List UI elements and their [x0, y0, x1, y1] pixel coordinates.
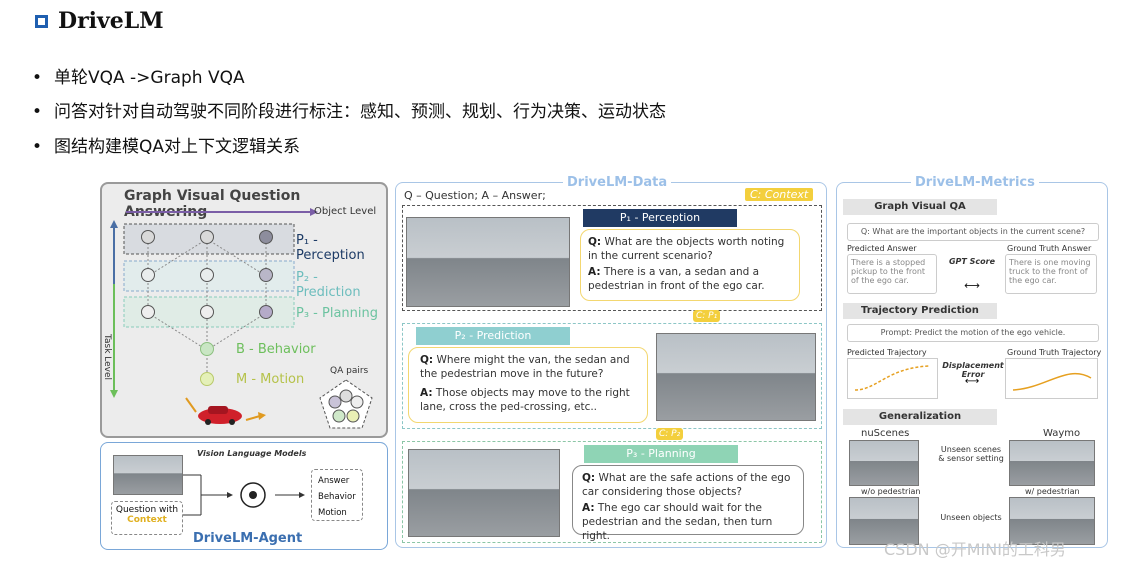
predicted-answer-label: Predicted Answer	[847, 244, 917, 253]
bullet-text: 单轮VQA ->Graph VQA	[54, 68, 245, 88]
title-square-icon	[35, 15, 48, 28]
output-answer: Answer	[318, 476, 350, 486]
graph-node	[200, 268, 214, 282]
agent-output-box: Answer Behavior Motion	[311, 469, 363, 521]
planning-bar: P₃ - Planning	[584, 445, 738, 463]
context-tag-p1: C: P₁	[693, 310, 721, 322]
agent-title: DriveLM-Agent	[193, 531, 303, 546]
bullet-item-1: • 单轮VQA ->Graph VQA	[32, 68, 245, 88]
metrics-title: DriveLM-Metrics	[911, 175, 1039, 190]
graph-node	[259, 268, 273, 282]
nuscenes-label: nuScenes	[861, 428, 910, 439]
context-tag: C: Context	[745, 188, 814, 201]
gvqa-bar: Graph Visual QA	[843, 199, 997, 215]
gt-answer-box: There is one moving truck to the front o…	[1005, 254, 1097, 294]
gvqa-question: Q: What are the important objects in the…	[847, 223, 1099, 241]
unseen-scenes-label: Unseen scenes & sensor setting	[938, 445, 1004, 463]
data-title: DriveLM-Data	[563, 175, 672, 190]
graph-node	[200, 305, 214, 319]
generalization-bar: Generalization	[843, 409, 997, 425]
output-motion: Motion	[318, 508, 347, 518]
perception-scene-image	[406, 217, 570, 307]
qa-legend: Q – Question; A – Answer;	[404, 189, 546, 202]
graph-node	[141, 268, 155, 282]
graph-vqa-panel: Graph Visual Question Answering Object L…	[100, 182, 388, 438]
waymo-image	[1009, 440, 1095, 486]
context-tag-p2: C: P₂	[656, 428, 684, 440]
graph-node	[141, 230, 155, 244]
prediction-answer: A: Those objects may move to the right l…	[420, 387, 630, 413]
agent-flow-arrows	[183, 474, 305, 516]
bullet-item-3: • 图结构建模QA对上下文逻辑关系	[32, 137, 301, 157]
double-arrow-icon: ⟷	[964, 279, 980, 292]
level-motion: M - Motion	[236, 372, 305, 387]
graph-node	[141, 305, 155, 319]
wo-pedestrian-label: w/o pedestrian	[861, 487, 921, 496]
vlm-label: Vision Language Models	[197, 449, 307, 458]
trajectory-prompt: Prompt: Predict the motion of the ego ve…	[847, 324, 1099, 342]
gpt-score-label: GPT Score	[948, 257, 996, 266]
level-behavior: B - Behavior	[236, 342, 316, 357]
planning-answer: A: The ego car should wait for the pedes…	[582, 502, 773, 542]
drivelm-data-panel: DriveLM-Data Q – Question; A – Answer; C…	[395, 175, 827, 548]
predicted-trajectory-label: Predicted Trajectory	[847, 348, 927, 357]
object-level-label: Object Level	[314, 206, 377, 217]
bullet-text: 问答对针对自动驾驶不同阶段进行标注：感知、预测、规划、行为决策、运动状态	[54, 102, 666, 122]
context-label: Context	[127, 515, 167, 525]
bullet-item-2: • 问答对针对自动驾驶不同阶段进行标注：感知、预测、规划、行为决策、运动状态	[32, 102, 666, 122]
qa-pairs-pentagon-icon	[319, 379, 373, 429]
car-icon	[185, 397, 266, 425]
perception-answer: A: There is a van, a sedan and a pedestr…	[588, 266, 765, 292]
driving-scene-image	[113, 455, 183, 495]
waymo-label: Waymo	[1043, 428, 1081, 439]
level-prediction: P₂ - Prediction	[296, 270, 361, 300]
watermark: CSDN @开MINI的工科男	[884, 540, 1066, 559]
gt-trajectory-label: Ground Truth Trajectory	[1007, 348, 1102, 357]
prediction-question: Q: Where might the van, the sedan and th…	[420, 354, 630, 380]
page-title: DriveLM	[58, 8, 164, 34]
unseen-objects-label: Unseen objects	[940, 513, 1002, 522]
graph-node	[200, 372, 214, 386]
perception-bar: P₁ - Perception	[583, 209, 737, 227]
graph-node	[259, 305, 273, 319]
graph-node	[200, 230, 214, 244]
drivelm-metrics-panel: DriveLM-Metrics Graph Visual QA Q: What …	[836, 175, 1108, 548]
planning-question: Q: What are the safe actions of the ego …	[582, 472, 791, 498]
prediction-bar: P₂ - Prediction	[416, 327, 570, 345]
displacement-error-label: Displacement Error	[942, 361, 1004, 379]
graph-node	[200, 342, 214, 356]
bullet-text: 图结构建模QA对上下文逻辑关系	[54, 137, 301, 157]
nuscenes-image	[849, 440, 919, 486]
question-context-box: Question with Context	[111, 501, 183, 535]
gt-answer-label: Ground Truth Answer	[1007, 244, 1092, 253]
predicted-answer-box: There is a stopped pickup to the front o…	[847, 254, 937, 294]
graph-node	[259, 230, 273, 244]
task-level-label: Task Level	[102, 334, 112, 381]
question-with-label: Question with	[115, 505, 179, 515]
drivelm-agent-panel: Vision Language Models Question with Con…	[100, 442, 388, 550]
planning-scene-image	[408, 449, 560, 537]
output-behavior: Behavior	[318, 492, 356, 502]
qa-pairs-label: QA pairs	[330, 366, 369, 376]
level-perception: P₁ - Perception	[296, 233, 365, 263]
perception-question: Q: What are the objects worth noting in …	[588, 236, 785, 262]
w-pedestrian-label: w/ pedestrian	[1025, 487, 1080, 496]
prediction-scene-image	[656, 333, 816, 421]
trajectory-bar: Trajectory Prediction	[843, 303, 997, 319]
level-planning: P₃ - Planning	[296, 306, 379, 321]
